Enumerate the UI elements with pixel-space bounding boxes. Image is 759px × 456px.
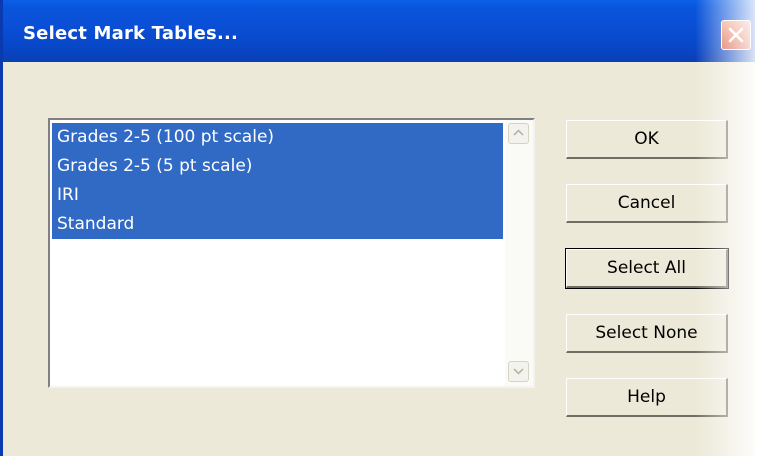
scroll-down-button[interactable]: [508, 361, 529, 382]
close-button[interactable]: [721, 20, 751, 50]
mark-tables-listbox[interactable]: Grades 2-5 (100 pt scale) Grades 2-5 (5 …: [48, 118, 535, 388]
list-item[interactable]: Grades 2-5 (100 pt scale): [52, 123, 503, 152]
ok-button[interactable]: OK: [566, 120, 728, 159]
chevron-down-icon: [513, 368, 524, 375]
chevron-up-icon: [513, 129, 524, 136]
dialog-bottom-edge: [3, 438, 755, 456]
select-mark-tables-dialog: Select Mark Tables... Grades 2-5 (100 pt…: [0, 0, 755, 456]
help-button[interactable]: Help: [566, 378, 728, 417]
close-icon: [728, 27, 744, 43]
list-items: Grades 2-5 (100 pt scale) Grades 2-5 (5 …: [52, 123, 503, 239]
list-item[interactable]: IRI: [52, 181, 503, 210]
list-item[interactable]: Standard: [52, 210, 503, 239]
scroll-up-button[interactable]: [508, 123, 529, 144]
dialog-title: Select Mark Tables...: [23, 23, 239, 44]
vertical-scrollbar[interactable]: [505, 120, 533, 386]
cancel-button[interactable]: Cancel: [566, 184, 728, 223]
title-bar[interactable]: Select Mark Tables...: [3, 0, 755, 62]
select-all-button[interactable]: Select All: [565, 248, 729, 289]
list-item[interactable]: Grades 2-5 (5 pt scale): [52, 152, 503, 181]
select-none-button[interactable]: Select None: [566, 314, 728, 353]
